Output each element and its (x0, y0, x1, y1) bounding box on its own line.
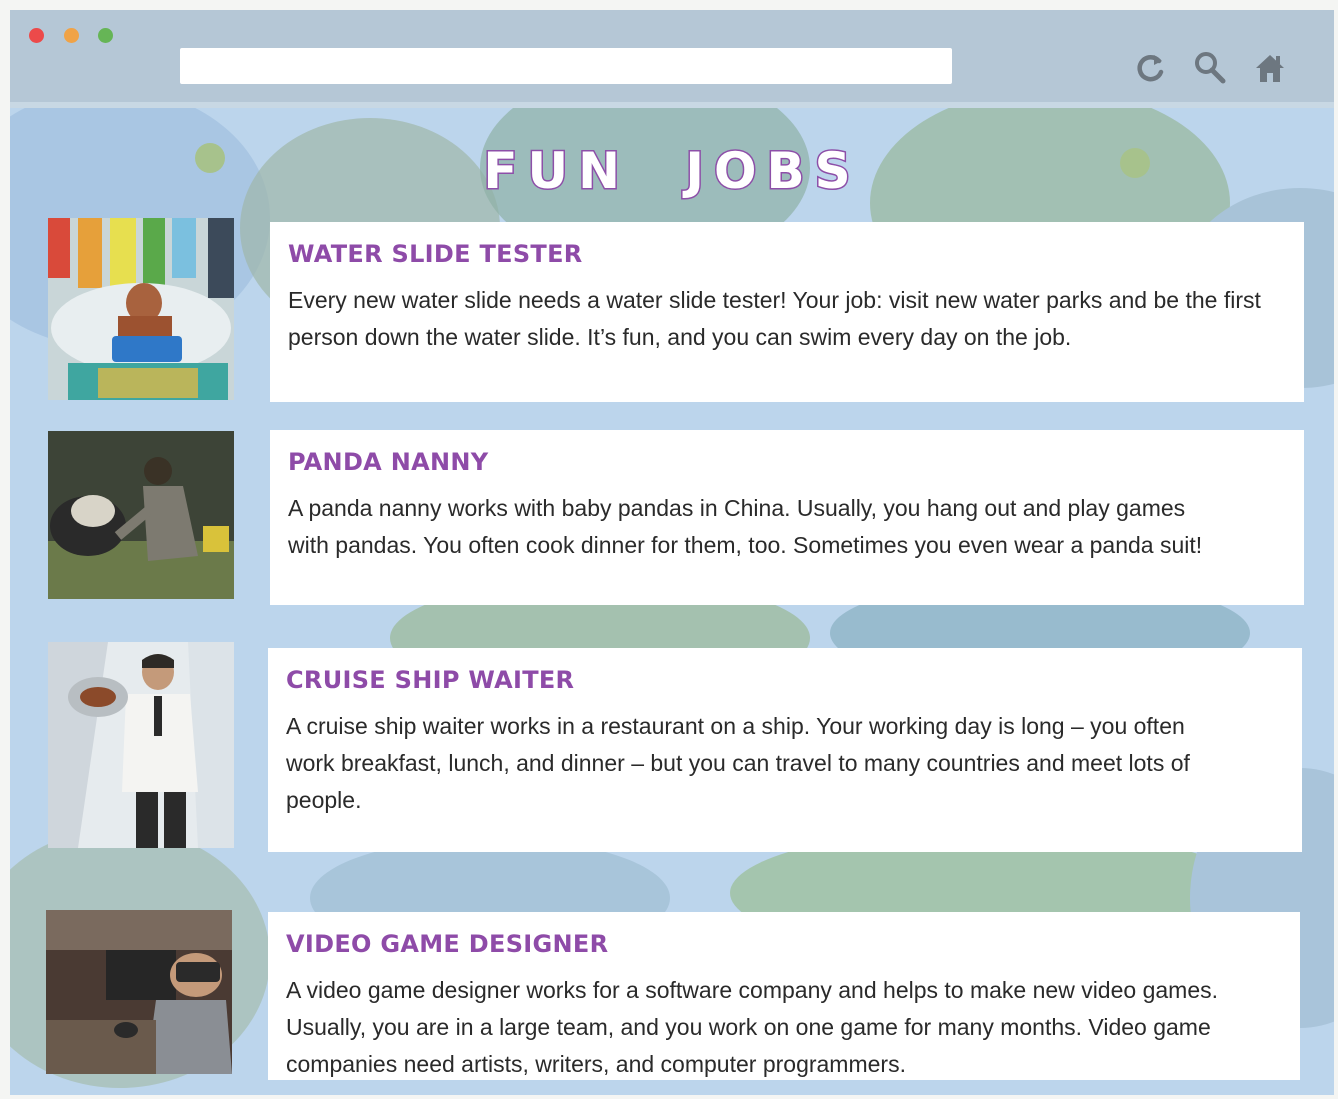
job-card-cruise-ship-waiter: CRUISE SHIP WAITER A cruise ship waiter … (268, 648, 1302, 852)
search-icon[interactable] (1190, 48, 1230, 88)
job-description: A video game designer works for a softwa… (286, 977, 1218, 1077)
job-card-water-slide-tester: WATER SLIDE TESTER Every new water slide… (270, 222, 1304, 402)
job-description: Every new water slide needs a water slid… (288, 287, 1261, 350)
panda-nanny-photo (48, 431, 234, 599)
job-card-panda-nanny: PANDA NANNY A panda nanny works with bab… (270, 430, 1304, 605)
water-slide-photo (48, 218, 234, 400)
minimize-window-button[interactable] (64, 28, 79, 43)
job-title: WATER SLIDE TESTER (288, 240, 583, 268)
reload-icon[interactable] (1130, 48, 1170, 88)
game-designer-photo (46, 910, 232, 1074)
maximize-window-button[interactable] (98, 28, 113, 43)
home-icon[interactable] (1250, 48, 1290, 88)
cruise-waiter-photo (48, 642, 234, 848)
address-bar[interactable] (180, 48, 952, 84)
job-card-video-game-designer: VIDEO GAME DESIGNER A video game designe… (268, 912, 1300, 1080)
browser-titlebar (10, 10, 1334, 108)
job-description: A panda nanny works with baby pandas in … (288, 495, 1203, 558)
job-title: VIDEO GAME DESIGNER (286, 930, 609, 958)
browser-window: FUN JOBS WATER SLIDE TESTER Every new wa… (10, 10, 1334, 1095)
job-title: PANDA NANNY (288, 448, 489, 476)
job-title: CRUISE SHIP WAITER (286, 666, 575, 694)
close-window-button[interactable] (29, 28, 44, 43)
job-description: A cruise ship waiter works in a restaura… (286, 713, 1190, 813)
web-page-content: FUN JOBS WATER SLIDE TESTER Every new wa… (10, 108, 1334, 1095)
page-heading: FUN JOBS (482, 141, 861, 202)
